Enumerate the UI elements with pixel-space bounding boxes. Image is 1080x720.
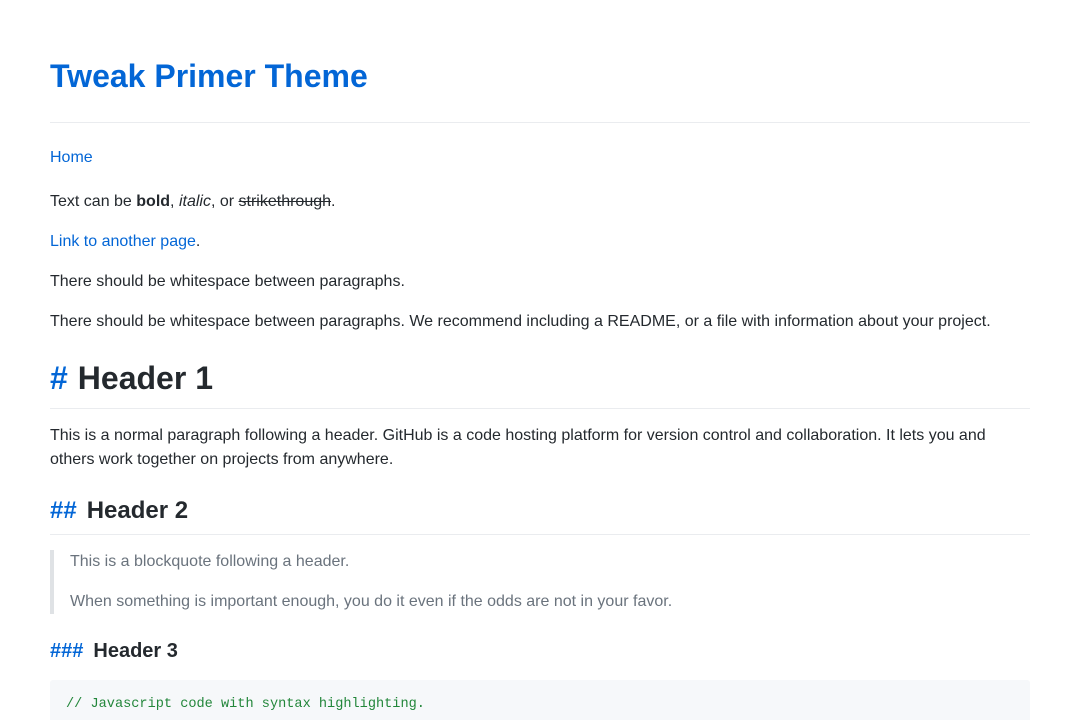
paragraph-text: There should be whitespace between parag… bbox=[50, 313, 991, 330]
paragraph-text: This is a normal paragraph following a h… bbox=[50, 427, 986, 468]
strikethrough-text: strikethrough bbox=[238, 193, 332, 210]
header-1-divider bbox=[50, 408, 1030, 409]
header-1: # Header 1 bbox=[50, 358, 1030, 398]
text-end: . bbox=[331, 193, 336, 210]
link-period: . bbox=[195, 233, 201, 250]
header-1-anchor-link[interactable]: # bbox=[50, 358, 68, 398]
header-2-text: Header 2 bbox=[86, 497, 189, 524]
paragraph-formatting: Text can be bold, italic, or strikethrou… bbox=[50, 190, 1030, 214]
header-3-anchor-link[interactable]: ### bbox=[50, 638, 83, 664]
header-2-divider bbox=[50, 534, 1030, 535]
header-3: ### Header 3 bbox=[50, 638, 1030, 664]
header-2: ## Header 2 bbox=[50, 496, 1030, 526]
italic-text: italic bbox=[178, 193, 211, 210]
blockquote: This is a blockquote following a header.… bbox=[50, 550, 1030, 614]
header-3-text: Header 3 bbox=[93, 640, 178, 662]
paragraph-text: There should be whitespace between parag… bbox=[50, 273, 405, 290]
header-divider bbox=[50, 122, 1030, 123]
blockquote-line-2: When something is important enough, you … bbox=[70, 593, 673, 610]
code-block: // Javascript code with syntax highlight… bbox=[50, 680, 1030, 720]
site-title-link[interactable]: Tweak Primer Theme bbox=[50, 56, 368, 96]
blockquote-line-1: This is a blockquote following a header. bbox=[70, 553, 350, 570]
paragraph-link: Link to another page. bbox=[50, 230, 1030, 254]
breadcrumb: Home bbox=[50, 146, 1030, 170]
text-comma-1: , bbox=[170, 193, 179, 210]
text-comma-2: , or bbox=[210, 193, 239, 210]
header-1-text: Header 1 bbox=[77, 360, 213, 396]
bold-text: bold bbox=[136, 193, 171, 210]
home-link[interactable]: Home bbox=[50, 149, 93, 166]
header-2-anchor-link[interactable]: ## bbox=[50, 496, 77, 526]
another-page-link[interactable]: Link to another page bbox=[50, 233, 196, 250]
paragraph-readme: There should be whitespace between parag… bbox=[50, 310, 1030, 334]
paragraph-after-header: This is a normal paragraph following a h… bbox=[50, 424, 1030, 472]
code-comment-line: // Javascript code with syntax highlight… bbox=[66, 697, 425, 712]
paragraph-whitespace: There should be whitespace between parag… bbox=[50, 270, 1030, 294]
text-prefix: Text can be bbox=[50, 193, 137, 210]
